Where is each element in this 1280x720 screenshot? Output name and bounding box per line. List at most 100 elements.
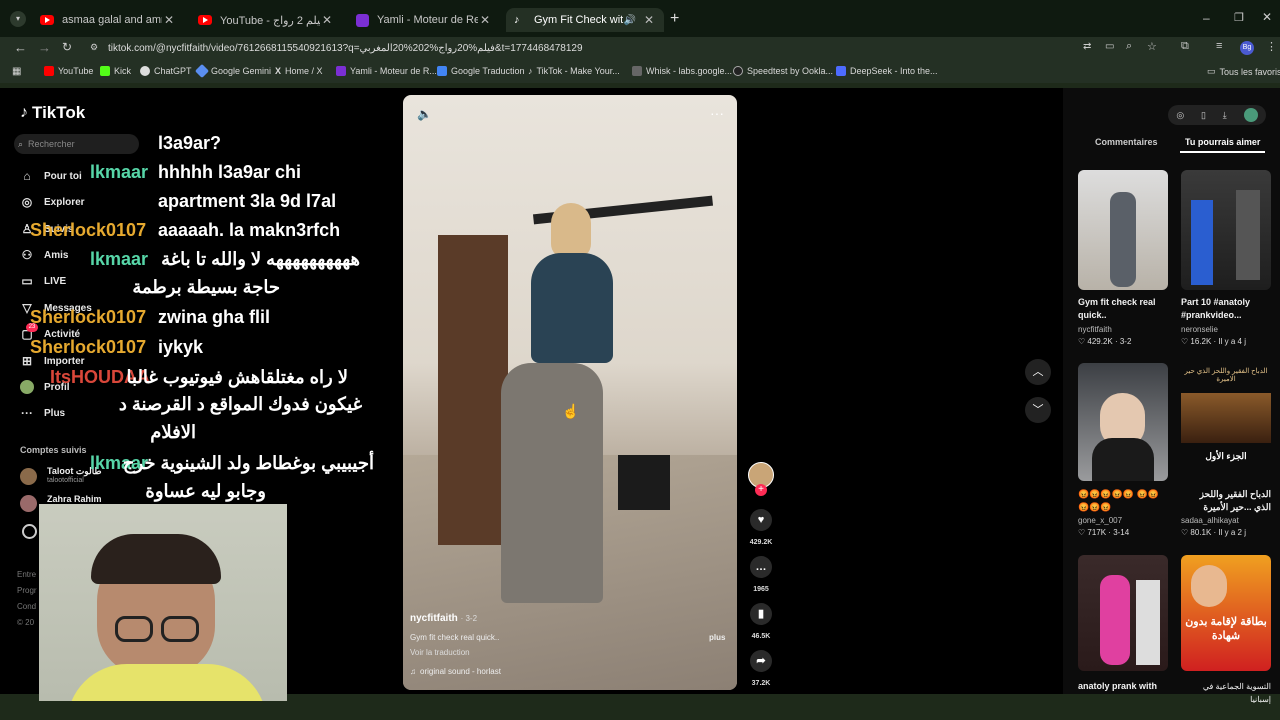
close-icon[interactable]: ✕ [478, 13, 492, 27]
nav-plus[interactable]: ··· Plus [20, 406, 65, 420]
recommendation-title[interactable]: Part 10 #anatoly #prankvideo... [1181, 296, 1271, 322]
extensions-icon[interactable]: ⧉ [1181, 40, 1189, 53]
bookmark-tiktok[interactable]: ♪ TikTok - Make Your... [528, 66, 620, 76]
recommendation-thumb[interactable] [1078, 555, 1168, 671]
site-info-icon[interactable]: ⚙ [90, 42, 98, 53]
bookmark-whisk[interactable]: Whisk - labs.google... [632, 66, 732, 76]
share-button[interactable]: ➦ 37.2K [749, 650, 773, 687]
address-bar[interactable]: ⚙ tiktok.com/@nycfitfaith/video/76126681… [86, 37, 1086, 59]
recommendation-author[interactable]: neronselie [1181, 325, 1218, 334]
tab-yamli[interactable]: Yamli - Moteur de Recherche A ✕ [348, 8, 500, 32]
close-icon[interactable]: ✕ [162, 13, 176, 27]
see-translation-link[interactable]: Voir la traduction [410, 648, 470, 657]
tab-tiktok-active[interactable]: ♪ Gym Fit Check with NYC Fit 🔊 ✕ [506, 8, 664, 32]
tiktok-icon: ♪ [514, 14, 520, 26]
mobile-icon[interactable]: ▯ [1201, 110, 1206, 121]
tab-title: Yamli - Moteur de Recherche A [377, 14, 478, 26]
like-button[interactable]: ♥ 429.2K [749, 509, 773, 546]
close-icon[interactable]: ✕ [642, 13, 656, 27]
recommendation-title[interactable]: Gym fit check real quick.. [1078, 296, 1168, 322]
apps-icon[interactable]: ▦ [12, 66, 21, 77]
menu-icon[interactable]: ⋮ [1266, 40, 1277, 53]
chat-message: hhhhh l3a9ar chi [158, 162, 302, 182]
settings-icon[interactable] [22, 524, 37, 539]
person-hair [551, 203, 591, 258]
tab-search-button[interactable]: ▾ [10, 11, 26, 27]
recommendation-title[interactable]: التسوية الجماعية في إسبانيا [1181, 680, 1271, 706]
bookmark-star-icon[interactable]: ☆ [1147, 40, 1157, 53]
search-input[interactable]: ⌕ Rechercher [14, 134, 139, 154]
video-author[interactable]: nycfitfaith · 3-2 [410, 613, 477, 624]
heart-icon: ♥ [750, 509, 772, 531]
bookmark-google-translate[interactable]: Google Traduction [437, 66, 525, 76]
recommendation-title[interactable]: الدباح الفقير واللحز الذي ...حير الأميرة [1181, 488, 1271, 514]
tab-youtube-2[interactable]: YouTube - فيلم 2 رواج ✕ [190, 8, 342, 32]
back-button[interactable]: ← [14, 40, 27, 55]
profile-avatar[interactable]: Bg [1240, 41, 1254, 55]
video-player[interactable]: 🔈 ··· nycfitfaith · 3-2 Gym fit check re… [403, 95, 737, 690]
footer-links[interactable]: Entre Progr Cond © 20 [17, 567, 37, 631]
more-options-icon[interactable]: ··· [710, 105, 724, 121]
restore-button[interactable]: ❐ [1234, 11, 1244, 24]
tiktok-logo[interactable]: ♪ TikTok [20, 103, 85, 123]
compass-icon[interactable]: ◎ [1176, 110, 1184, 121]
bookmark-kick[interactable]: Kick [100, 66, 131, 76]
share-icon: ➦ [750, 650, 772, 672]
zoom-icon[interactable]: ⌕ [1126, 40, 1132, 53]
recommendation-author[interactable]: gone_x_007 [1078, 516, 1122, 525]
comment-button[interactable]: … 1965 [749, 556, 773, 593]
next-video-button[interactable]: ﹀ [1025, 397, 1051, 423]
download-icon[interactable]: ⤓ [1223, 110, 1227, 121]
tab-comments[interactable]: Commentaires [1095, 137, 1158, 147]
folder-icon: ▭ [1207, 66, 1216, 76]
youtube-icon [40, 15, 54, 25]
cast-icon[interactable]: ▭ [1105, 41, 1114, 52]
recommendation-stats: ♡ 717K · 3-14 [1078, 528, 1130, 537]
bookmark-gemini[interactable]: Google Gemini [194, 63, 271, 79]
speaker-icon[interactable]: 🔊 [624, 15, 636, 26]
previous-video-button[interactable]: ︿ [1025, 359, 1051, 385]
reload-button[interactable]: ↻ [62, 40, 72, 54]
recommendation-thumb[interactable]: الدباح الفقير واللحز الذي حير الاميرة ال… [1181, 363, 1271, 481]
recommendation-author[interactable]: sadaa_alhikayat [1181, 516, 1239, 525]
recommendation-stats: ♡ 429.2K · 3-2 [1078, 337, 1132, 346]
bookmark-x[interactable]: X Home / X [275, 66, 323, 76]
nav-live[interactable]: ▭ LIVE [20, 274, 66, 288]
save-button[interactable]: ▮ 46.5K [749, 603, 773, 640]
window-close-button[interactable]: ✕ [1262, 10, 1272, 24]
bookmark-yamli[interactable]: Yamli - Moteur de R... [336, 66, 437, 76]
top-right-actions: ◎ ▯ ⤓ [1168, 105, 1266, 125]
recommendation-author[interactable]: nycfitfaith [1078, 325, 1112, 334]
all-bookmarks[interactable]: ▭ Tous les favoris [1207, 66, 1280, 77]
bookmark-speedtest[interactable]: Speedtest by Ookla... [733, 66, 833, 76]
translate-icon[interactable]: ⇄ [1083, 41, 1091, 52]
tab-youtube-1[interactable]: asmaa galal and amr youssef - ✕ [32, 8, 184, 32]
bookmark-deepseek[interactable]: DeepSeek - Into the... [836, 66, 938, 76]
tab-title: YouTube - فيلم 2 رواج [220, 14, 320, 27]
nav-explorer[interactable]: ◎ Explorer [20, 195, 85, 209]
recommendation-thumb[interactable] [1078, 170, 1168, 290]
new-tab-button[interactable]: + [670, 10, 679, 28]
webcam-shirt [67, 664, 267, 701]
chat-message: ههههههههههه لا والله تا باغة [161, 249, 360, 269]
follow-plus-icon[interactable]: + [755, 484, 767, 496]
bookmark-chatgpt[interactable]: ChatGPT [140, 66, 192, 76]
recommendation-thumb[interactable] [1181, 170, 1271, 290]
mute-icon[interactable]: 🔈 [417, 107, 432, 121]
recommendation-thumb[interactable]: بطاقة لإقامة بدون شهادة [1181, 555, 1271, 671]
close-icon[interactable]: ✕ [320, 13, 334, 27]
caption-more-link[interactable]: plus [709, 633, 725, 642]
recommendation-title[interactable]: anatoly prank with [1078, 680, 1168, 693]
avatar[interactable] [1243, 108, 1258, 122]
forward-button[interactable]: → [38, 40, 51, 55]
nav-amis[interactable]: ⚇ Amis [20, 248, 69, 262]
tab-you-may-like[interactable]: Tu pourrais aimer [1185, 137, 1260, 147]
media-control-icon[interactable]: ≡ [1216, 40, 1222, 52]
bookmark-youtube[interactable]: YouTube [44, 66, 93, 76]
sound-link[interactable]: ♫ original sound - horlast [410, 667, 501, 676]
minimize-button[interactable]: – [1203, 11, 1210, 25]
recommendation-title[interactable]: 😡😡😡😡😡 😡😡😡😡😡 [1078, 488, 1168, 514]
tab-title: Gym Fit Check with NYC Fit [534, 14, 624, 26]
recommendation-thumb[interactable] [1078, 363, 1168, 481]
nav-pour-toi[interactable]: ⌂ Pour toi [20, 169, 81, 183]
